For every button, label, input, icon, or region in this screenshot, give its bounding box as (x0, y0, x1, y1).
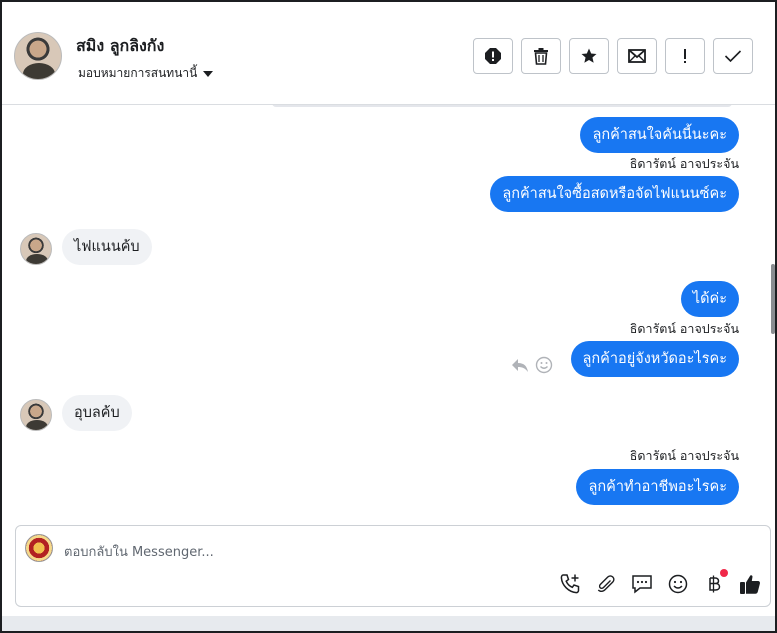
contact-avatar-small (20, 233, 52, 265)
mark-unread-button[interactable] (617, 38, 657, 74)
sender-name: ธิดารัตน์ อาจประจัน (629, 448, 739, 463)
contact-name[interactable]: สมิง ลูกลิงกัง (76, 34, 164, 59)
message-thread[interactable]: ลูกค้าสนใจคันนี้นะคะ ธิดารัตน์ อาจประจัน… (2, 105, 775, 523)
saved-reply-icon[interactable] (630, 572, 654, 596)
call-plus-icon[interactable] (558, 572, 582, 596)
contact-avatar[interactable] (14, 32, 62, 80)
previous-attachment-edge (272, 105, 732, 107)
spam-icon (485, 48, 501, 64)
check-icon (724, 50, 742, 63)
outgoing-message[interactable]: ลูกค้าทำอาชีพอะไรคะ (576, 469, 739, 505)
messenger-window: สมิง ลูกลิงกัง มอบหมายการสนทนานี้ ลูกค้า… (0, 0, 777, 633)
sender-name: ธิดารัตน์ อาจประจัน (629, 321, 739, 336)
outgoing-message[interactable]: ลูกค้าสนใจคันนี้นะคะ (580, 117, 739, 153)
outgoing-message[interactable]: ลูกค้าอยู่จังหวัดอะไรคะ (570, 341, 739, 377)
trash-icon (534, 48, 548, 65)
assign-conversation-dropdown[interactable]: มอบหมายการสนทนานี้ (78, 64, 214, 83)
paperclip-icon[interactable] (594, 572, 618, 596)
star-icon (581, 48, 597, 63)
outgoing-message[interactable]: ลูกค้าสนใจซื้อสดหรือจัดไฟแนนซ์คะ (490, 176, 739, 212)
message-actions (511, 356, 553, 378)
contact-avatar-small (20, 399, 52, 431)
exclamation-icon (684, 49, 686, 63)
react-emoji-icon[interactable] (535, 356, 553, 378)
notification-dot (720, 569, 728, 577)
reply-icon[interactable] (511, 357, 529, 377)
mark-done-button[interactable] (713, 38, 753, 74)
assign-label: มอบหมายการสนทนานี้ (78, 66, 198, 80)
mark-spam-button[interactable] (473, 38, 513, 74)
emoji-icon[interactable] (666, 572, 690, 596)
baht-payment-icon[interactable] (702, 569, 728, 596)
window-bottom-strip (2, 616, 775, 631)
reply-composer: ตอบกลับใน Messenger... (15, 525, 771, 607)
incoming-message[interactable]: ไฟแนนค้บ (62, 229, 152, 265)
conversation-header: สมิง ลูกลิงกัง มอบหมายการสนทนานี้ (2, 2, 775, 105)
star-button[interactable] (569, 38, 609, 74)
conversation-toolbar (473, 38, 753, 74)
delete-button[interactable] (521, 38, 561, 74)
envelope-icon (628, 49, 646, 63)
thumbs-up-icon[interactable] (738, 572, 762, 596)
reply-input[interactable]: ตอบกลับใน Messenger... (64, 541, 214, 562)
incoming-message[interactable]: อุบลค้บ (62, 395, 132, 431)
composer-actions (558, 569, 762, 596)
scrollbar-thumb[interactable] (771, 264, 775, 334)
outgoing-message[interactable]: ได้ค่ะ (680, 281, 739, 317)
sender-name: ธิดารัตน์ อาจประจัน (629, 156, 739, 171)
caret-down-icon (203, 70, 214, 77)
follow-up-button[interactable] (665, 38, 705, 74)
page-avatar (25, 534, 53, 562)
